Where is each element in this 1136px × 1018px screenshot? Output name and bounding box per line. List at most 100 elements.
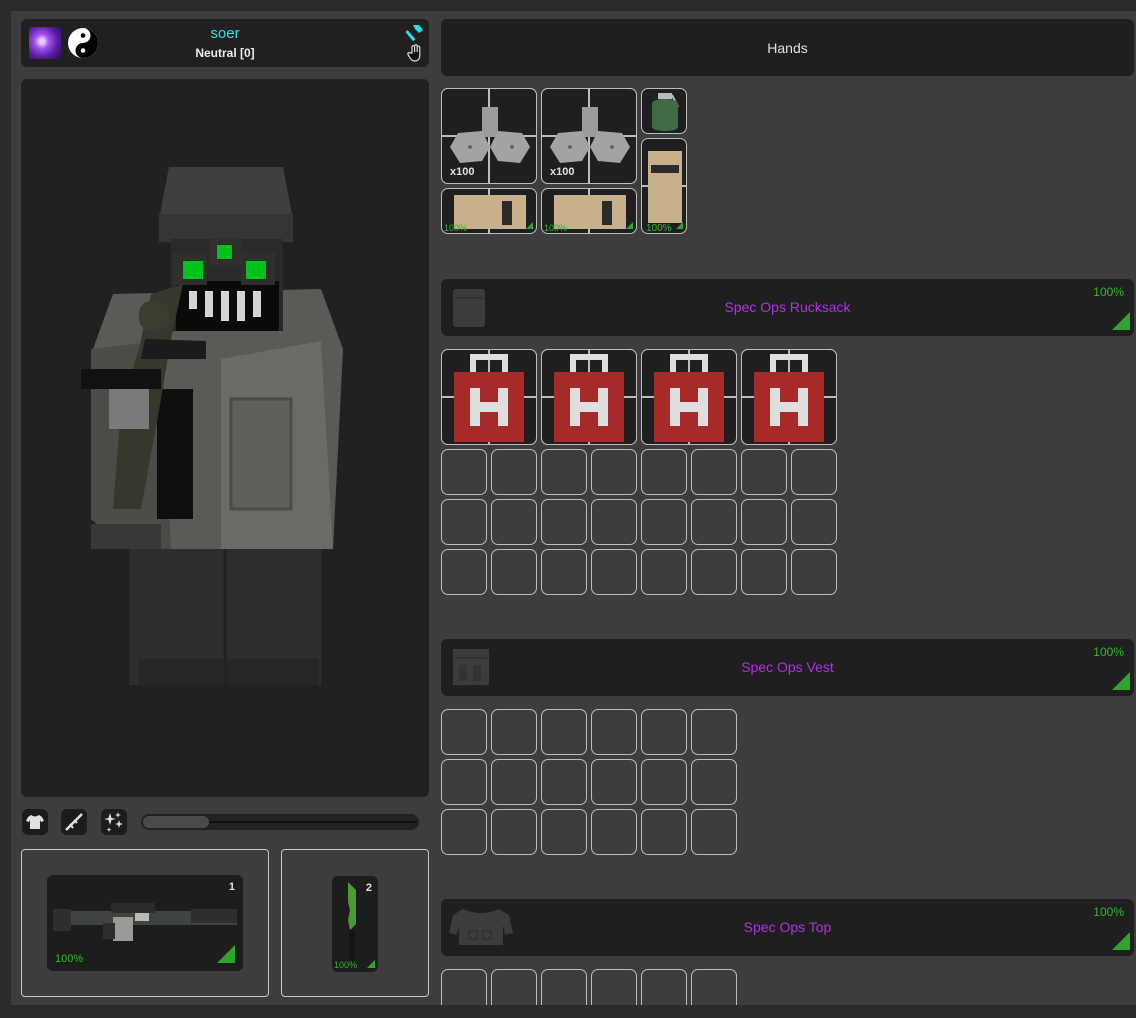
rotation-slider[interactable] [141, 814, 419, 830]
medkit-icon [554, 372, 624, 442]
inventory-slot[interactable] [691, 449, 737, 495]
grenade-icon [652, 93, 679, 131]
inventory-slot[interactable] [441, 809, 487, 855]
slider-thumb[interactable] [143, 816, 209, 828]
slot-number: 1 [228, 881, 235, 893]
inventory-slot[interactable] [441, 969, 487, 1005]
inventory-slot[interactable] [541, 549, 587, 595]
medkit-cross [570, 402, 608, 412]
quality-marker [217, 945, 235, 963]
backpack-header[interactable]: Spec Ops Rucksack 100% [441, 279, 1134, 336]
character-model [81, 167, 343, 685]
character-viewport[interactable] [21, 79, 429, 797]
inventory-slot[interactable] [441, 449, 487, 495]
quality-marker [1112, 932, 1130, 950]
inventory-slot[interactable] [791, 449, 837, 495]
grenade-item[interactable] [641, 88, 687, 134]
skills-view-button[interactable] [101, 809, 127, 835]
medkit-item[interactable] [641, 349, 737, 445]
medkit-cross [470, 402, 508, 412]
inventory-slot[interactable] [541, 449, 587, 495]
shirt-condition: 100% [1093, 905, 1124, 919]
inventory-slot[interactable] [741, 549, 787, 595]
assault-rifle-icon [53, 903, 237, 941]
inventory-slot[interactable] [591, 499, 637, 545]
inventory-slot[interactable] [641, 499, 687, 545]
inventory-slot[interactable] [541, 969, 587, 1005]
quality-marker [526, 222, 533, 229]
weapon-view-button[interactable] [61, 809, 87, 835]
inventory-slot[interactable] [541, 809, 587, 855]
hand-icon[interactable] [407, 44, 423, 62]
sparkle-icon [104, 812, 123, 832]
inventory-slot[interactable] [791, 549, 837, 595]
inventory-slot[interactable] [691, 549, 737, 595]
inventory-window: soer Neutral [0] 1 100% 2 100% Hands x10… [11, 11, 1136, 1005]
quality-marker [676, 222, 683, 229]
inventory-slot[interactable] [491, 709, 537, 755]
primary-weapon-item[interactable]: 1 100% [47, 875, 243, 971]
inventory-slot[interactable] [641, 759, 687, 805]
inventory-slot[interactable] [591, 759, 637, 805]
slot-number: 2 [365, 882, 372, 894]
backpack-grid [441, 349, 841, 599]
shirt-header[interactable]: Spec Ops Top 100% [441, 899, 1134, 956]
inventory-slot[interactable] [691, 809, 737, 855]
inventory-slot[interactable] [441, 499, 487, 545]
armor-plate-item[interactable]: 100% [541, 188, 637, 234]
vest-title: Spec Ops Vest [741, 659, 834, 675]
inventory-slot[interactable] [591, 969, 637, 1005]
medkit-icon [754, 372, 824, 442]
inventory-slot[interactable] [491, 449, 537, 495]
inventory-slot[interactable] [491, 969, 537, 1005]
inventory-slot[interactable] [491, 759, 537, 805]
vest-grid [441, 709, 741, 859]
medkit-item[interactable] [741, 349, 837, 445]
inventory-slot[interactable] [741, 499, 787, 545]
inventory-slot[interactable] [491, 549, 537, 595]
ammo-box-item[interactable]: x100 [441, 88, 537, 184]
rifle-icon [65, 813, 83, 831]
inventory-slot[interactable] [591, 549, 637, 595]
clothing-view-button[interactable] [22, 809, 48, 835]
inventory-slot[interactable] [641, 549, 687, 595]
inventory-slot[interactable] [441, 759, 487, 805]
secondary-weapon-item[interactable]: 2 100% [332, 876, 378, 972]
quality-marker [1112, 312, 1130, 330]
inventory-slot[interactable] [691, 709, 737, 755]
inventory-slot[interactable] [541, 759, 587, 805]
inventory-slot[interactable] [691, 499, 737, 545]
backpack-condition: 100% [1093, 285, 1124, 299]
armor-plate-item[interactable]: 100% [441, 188, 537, 234]
item-condition: 100% [444, 223, 468, 233]
item-condition: 100% [544, 223, 568, 233]
inventory-slot[interactable] [491, 809, 537, 855]
primary-weapon-slot[interactable]: 1 100% [21, 849, 269, 997]
vest-condition: 100% [1093, 645, 1124, 659]
inventory-slot[interactable] [591, 449, 637, 495]
inventory-slot[interactable] [591, 809, 637, 855]
inventory-slot[interactable] [741, 449, 787, 495]
inventory-slot[interactable] [691, 759, 737, 805]
inventory-slot[interactable] [441, 549, 487, 595]
inventory-slot[interactable] [441, 709, 487, 755]
secondary-weapon-slot[interactable]: 2 100% [281, 849, 429, 997]
inventory-slot[interactable] [541, 499, 587, 545]
inventory-slot[interactable] [591, 709, 637, 755]
inventory-slot[interactable] [641, 809, 687, 855]
inventory-slot[interactable] [491, 499, 537, 545]
inventory-slot[interactable] [641, 709, 687, 755]
armor-plate-icon [648, 151, 682, 223]
medkit-cross [770, 402, 808, 412]
hammer-icon[interactable] [405, 24, 425, 42]
inventory-slot[interactable] [641, 969, 687, 1005]
inventory-slot[interactable] [641, 449, 687, 495]
ammo-box-item[interactable]: x100 [541, 88, 637, 184]
inventory-slot[interactable] [791, 499, 837, 545]
inventory-slot[interactable] [691, 969, 737, 1005]
medkit-item[interactable] [541, 349, 637, 445]
armor-plate-tall-item[interactable]: 100% [641, 138, 687, 234]
vest-header[interactable]: Spec Ops Vest 100% [441, 639, 1134, 696]
inventory-slot[interactable] [541, 709, 587, 755]
medkit-item[interactable] [441, 349, 537, 445]
